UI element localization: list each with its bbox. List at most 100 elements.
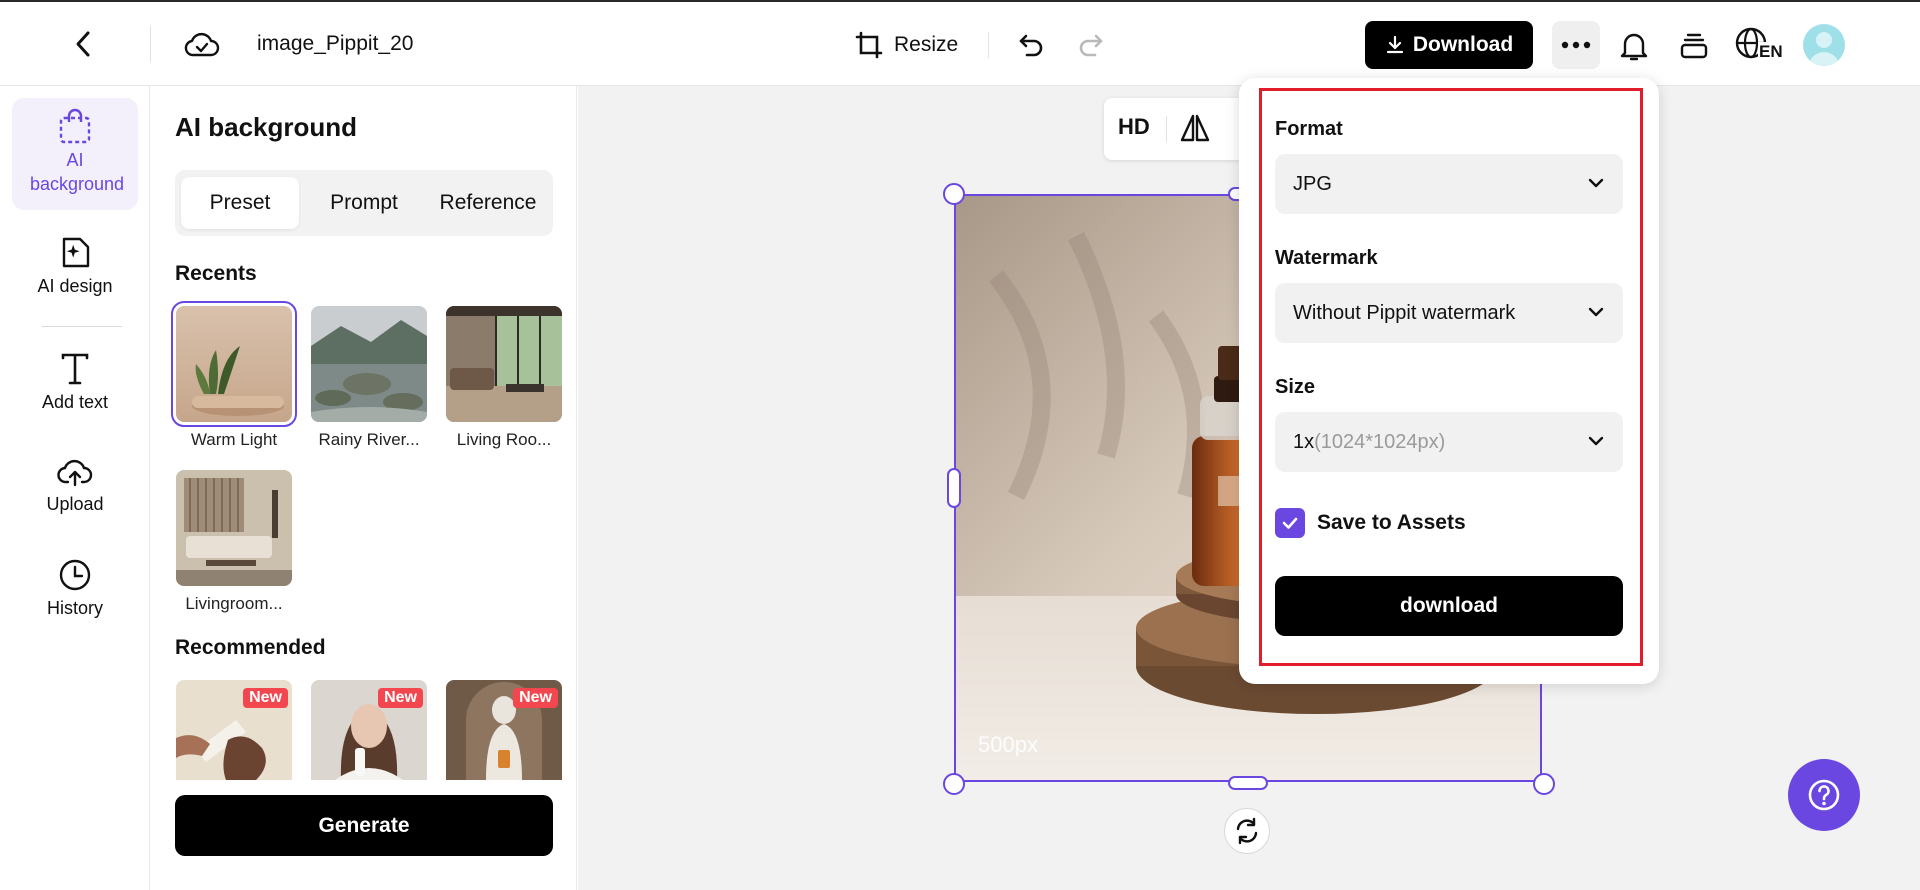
- watermark-value: Without Pippit watermark: [1293, 301, 1516, 324]
- chevron-down-icon: [1588, 178, 1604, 188]
- language-code: EN: [1758, 42, 1784, 62]
- watermark-label: Watermark: [1275, 247, 1378, 269]
- hd-button[interactable]: HD: [1118, 114, 1150, 140]
- recents-title: Recents: [175, 262, 257, 285]
- save-to-assets-checkbox[interactable]: [1275, 508, 1305, 538]
- flip-icon: [1180, 114, 1210, 142]
- preset-thumbnail-livingroom[interactable]: [176, 470, 292, 586]
- rail-item-ai-background[interactable]: AI background: [12, 98, 138, 210]
- size-value: 1x: [1293, 430, 1315, 453]
- tab-prompt[interactable]: Prompt: [305, 177, 423, 229]
- rotate-icon: [1236, 817, 1258, 845]
- preset-thumbnail-rainy-river[interactable]: [311, 306, 427, 422]
- generate-button[interactable]: Generate: [175, 795, 553, 856]
- preset-thumbnail-warm-light[interactable]: [171, 301, 297, 427]
- bell-icon: [1620, 33, 1648, 61]
- file-name[interactable]: image_Pippit_20: [257, 32, 415, 56]
- download-label: Download: [1412, 33, 1514, 56]
- undo-button[interactable]: [1010, 24, 1052, 66]
- clock-icon: [59, 559, 91, 591]
- language-button[interactable]: EN: [1732, 22, 1786, 68]
- checkmark-icon: [1282, 517, 1298, 529]
- format-label: Format: [1275, 118, 1343, 140]
- divider: [988, 32, 989, 58]
- livingroom-preview: [176, 470, 292, 586]
- more-options-button[interactable]: [1552, 21, 1600, 69]
- thumbnail-label: Living Roo...: [456, 430, 552, 449]
- redo-icon: [1079, 34, 1103, 57]
- save-to-assets-label[interactable]: Save to Assets: [1317, 511, 1466, 535]
- thumbnail-label: Livingroom...: [185, 594, 283, 613]
- question-icon: [1808, 779, 1840, 811]
- back-button[interactable]: [64, 24, 104, 64]
- redo-button[interactable]: [1070, 24, 1112, 66]
- thumbnail-label: Rainy River...: [318, 430, 420, 449]
- divider: [1166, 116, 1167, 142]
- rail-item-ai-design[interactable]: AI design: [12, 236, 138, 298]
- rail-item-label: AI design: [37, 276, 113, 296]
- left-rail: AI background AI design Add text Upload …: [0, 86, 150, 890]
- mode-tabs: Preset Prompt Reference: [175, 170, 553, 236]
- flip-button[interactable]: [1178, 112, 1212, 146]
- cloud-sync-button[interactable]: [180, 24, 224, 64]
- rail-item-upload[interactable]: Upload: [12, 456, 138, 516]
- download-icon: [1386, 35, 1403, 54]
- popover-download-button[interactable]: download: [1275, 576, 1623, 636]
- text-icon: [61, 353, 89, 385]
- divider: [42, 326, 122, 327]
- stack-icon: [1680, 33, 1708, 59]
- rotate-button[interactable]: [1224, 808, 1270, 854]
- new-badge: New: [378, 688, 423, 708]
- top-bar: image_Pippit_20 Resize Download EN: [0, 0, 1920, 86]
- recommended-thumbnail-1[interactable]: New: [176, 680, 292, 780]
- cloud-upload-icon: [57, 459, 93, 487]
- size-select[interactable]: 1x (1024*1024px): [1275, 412, 1623, 472]
- recommended-thumbnail-3[interactable]: New: [446, 680, 562, 780]
- recommended-thumbnail-2[interactable]: New: [311, 680, 427, 780]
- resize-handle-bottom-right[interactable]: [1533, 773, 1555, 795]
- living-room-preview: [446, 306, 562, 422]
- resize-handle-bottom[interactable]: [1228, 776, 1268, 790]
- panel-title: AI background: [175, 112, 358, 142]
- user-avatar-icon: [1809, 32, 1839, 66]
- size-detail: (1024*1024px): [1314, 430, 1446, 453]
- preset-thumbnail-living-room[interactable]: [446, 306, 562, 422]
- notifications-button[interactable]: [1612, 24, 1656, 68]
- rail-item-label: History: [46, 598, 103, 618]
- new-badge: New: [243, 688, 288, 708]
- format-value: JPG: [1293, 172, 1332, 195]
- rail-item-add-text[interactable]: Add text: [12, 352, 138, 414]
- thumbnail-label: Warm Light: [190, 430, 278, 449]
- rail-item-history[interactable]: History: [12, 558, 138, 620]
- new-badge: New: [513, 688, 558, 708]
- rail-item-label: AI background: [30, 150, 125, 194]
- download-button[interactable]: Download: [1365, 21, 1533, 69]
- resize-button[interactable]: Resize: [846, 24, 966, 66]
- rainy-river-preview: [311, 306, 427, 422]
- resize-handle-left[interactable]: [947, 468, 961, 508]
- help-button[interactable]: [1788, 759, 1860, 831]
- sparkle-image-icon: [62, 237, 90, 268]
- resize-handle-top-left[interactable]: [943, 183, 965, 205]
- resize-label: Resize: [894, 33, 959, 56]
- chevron-left-icon: [76, 31, 90, 57]
- chevron-down-icon: [1588, 307, 1604, 317]
- layers-button[interactable]: [1672, 24, 1716, 68]
- cloud-check-icon: [184, 32, 220, 57]
- format-select[interactable]: JPG: [1275, 154, 1623, 214]
- recommended-title: Recommended: [175, 636, 326, 659]
- resize-handle-bottom-left[interactable]: [943, 773, 965, 795]
- avatar[interactable]: [1803, 24, 1845, 66]
- tab-reference[interactable]: Reference: [429, 177, 547, 229]
- undo-icon: [1019, 34, 1043, 57]
- tab-preset[interactable]: Preset: [181, 177, 299, 229]
- watermark-text: 500px: [978, 732, 1038, 757]
- shopping-bag-icon: [59, 108, 91, 144]
- more-horizontal-icon: [1561, 41, 1591, 49]
- warm-light-preview: [176, 306, 292, 422]
- chevron-down-icon: [1588, 436, 1604, 446]
- size-label: Size: [1275, 376, 1316, 398]
- download-popover: Format JPG Watermark Without Pippit wate…: [1239, 78, 1659, 684]
- watermark-select[interactable]: Without Pippit watermark: [1275, 283, 1623, 343]
- resize-icon: [855, 31, 883, 59]
